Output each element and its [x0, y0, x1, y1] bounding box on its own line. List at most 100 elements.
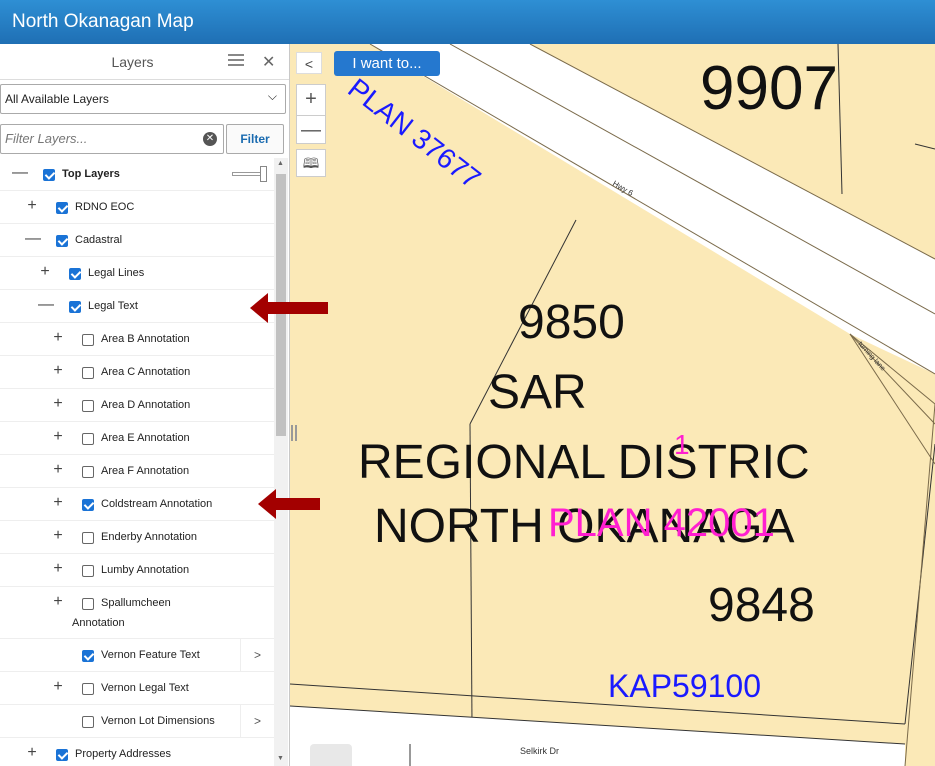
layer-set-select[interactable]: All Available Layers ⌵: [0, 84, 286, 114]
layer-checkbox[interactable]: [69, 268, 81, 280]
layer-checkbox[interactable]: [69, 301, 81, 313]
collapse-panel-button[interactable]: <: [296, 52, 322, 74]
layer-checkbox[interactable]: [82, 716, 94, 728]
layer-label: Coldstream Annotation: [101, 498, 213, 510]
layer-checkbox[interactable]: [82, 334, 94, 346]
layer-row[interactable]: + Lumby Annotation: [0, 554, 274, 587]
layer-row[interactable]: + Area B Annotation: [0, 323, 274, 356]
layer-checkbox[interactable]: [82, 367, 94, 379]
chevron-down-icon: ⌵: [267, 89, 277, 103]
layer-label: Area C Annotation: [101, 366, 191, 378]
layer-checkbox[interactable]: [82, 650, 94, 662]
expand-plus-icon[interactable]: +: [51, 461, 65, 479]
zoom-in-button[interactable]: +: [297, 85, 325, 115]
opacity-slider[interactable]: [232, 166, 267, 182]
layer-row[interactable]: + Area F Annotation: [0, 455, 274, 488]
layer-row[interactable]: + Area E Annotation: [0, 422, 274, 455]
layer-row[interactable]: + Property Addresses: [0, 738, 274, 766]
layer-row[interactable]: + Coldstream Annotation: [0, 488, 274, 521]
layer-row[interactable]: + Spallumcheen Annotation: [0, 587, 274, 639]
collapse-minus-icon[interactable]: —: [38, 296, 54, 314]
scroll-down-icon[interactable]: ▼: [277, 755, 284, 762]
layer-tree-scrollbar[interactable]: ▲ ▼: [274, 158, 288, 766]
layer-row[interactable]: + RDNO EOC: [0, 191, 274, 224]
collapse-minus-icon[interactable]: —: [12, 164, 28, 182]
layer-label: Vernon Legal Text: [101, 682, 189, 694]
map-canvas[interactable]: PLAN 37677 Hwy 6 9907 9850 SAR REGIONAL …: [290, 44, 935, 766]
layer-checkbox[interactable]: [82, 499, 94, 511]
layer-checkbox[interactable]: [82, 683, 94, 695]
expand-plus-icon[interactable]: +: [51, 362, 65, 380]
layer-row[interactable]: + Enderby Annotation: [0, 521, 274, 554]
zoom-controls: + —: [296, 84, 326, 144]
layer-row[interactable]: + Legal Lines: [0, 257, 274, 290]
layer-label: Legal Text: [88, 300, 138, 312]
layer-row[interactable]: — Top Layers: [0, 158, 274, 191]
expand-plus-icon[interactable]: +: [51, 329, 65, 347]
expand-plus-icon[interactable]: +: [38, 263, 52, 281]
layer-checkbox[interactable]: [43, 169, 55, 181]
location-pin-icon[interactable]: [310, 744, 352, 766]
clear-filter-icon[interactable]: ✕: [203, 132, 217, 146]
label-regional-district: REGIONAL DISTRIC: [358, 436, 810, 489]
filter-layers-placeholder: Filter Layers...: [5, 131, 88, 146]
layer-checkbox[interactable]: [82, 565, 94, 577]
layer-row[interactable]: — Legal Text: [0, 290, 274, 323]
scroll-up-icon[interactable]: ▲: [277, 160, 284, 167]
layer-checkbox[interactable]: [82, 433, 94, 445]
layer-label: Enderby Annotation: [101, 531, 198, 543]
panel-resize-handle[interactable]: [291, 425, 297, 441]
layer-checkbox[interactable]: [56, 202, 68, 214]
map-drawing: PLAN 37677 Hwy 6 9907 9850 SAR REGIONAL …: [290, 44, 935, 766]
layer-label: Area B Annotation: [101, 333, 190, 345]
layer-label: Area D Annotation: [101, 399, 191, 411]
red-arrow-annotation-coldstream: [258, 489, 320, 519]
layer-checkbox[interactable]: [82, 400, 94, 412]
hamburger-menu-icon[interactable]: [228, 54, 244, 68]
label-one: 1: [674, 429, 690, 460]
layers-panel-header: Layers ✕: [0, 44, 289, 80]
layer-row[interactable]: + Vernon Legal Text: [0, 672, 274, 705]
layer-row[interactable]: + Area D Annotation: [0, 389, 274, 422]
layer-label: Vernon Feature Text: [101, 649, 200, 661]
layer-checkbox[interactable]: [82, 466, 94, 478]
chevron-right-icon[interactable]: >: [240, 705, 274, 737]
collapse-minus-icon[interactable]: —: [25, 230, 41, 248]
expand-plus-icon[interactable]: +: [51, 494, 65, 512]
expand-plus-icon[interactable]: +: [51, 560, 65, 578]
layer-checkbox[interactable]: [82, 532, 94, 544]
layer-set-select-value: All Available Layers: [5, 92, 109, 106]
expand-plus-icon[interactable]: +: [25, 744, 39, 762]
expand-plus-icon[interactable]: +: [51, 593, 65, 611]
label-selkirk-dr: Selkirk Dr: [520, 746, 559, 756]
layer-checkbox[interactable]: [56, 749, 68, 761]
layer-row[interactable]: + Area C Annotation: [0, 356, 274, 389]
layer-label-continued: Annotation: [72, 617, 125, 629]
close-panel-button[interactable]: ✕: [262, 52, 275, 72]
label-9907: 9907: [700, 54, 838, 123]
label-sar: SAR: [488, 366, 587, 419]
layer-label: Spallumcheen: [101, 597, 171, 609]
layer-row[interactable]: Vernon Feature Text >: [0, 639, 274, 672]
expand-plus-icon[interactable]: +: [51, 527, 65, 545]
expand-plus-icon[interactable]: +: [51, 678, 65, 696]
expand-plus-icon[interactable]: +: [25, 197, 39, 215]
label-9848: 9848: [708, 579, 815, 632]
filter-row: Filter Layers... ✕ Filter: [0, 124, 286, 154]
label-9850: 9850: [518, 296, 625, 349]
filter-button[interactable]: Filter: [226, 124, 284, 154]
expand-plus-icon[interactable]: +: [51, 428, 65, 446]
layers-panel: Layers ✕ All Available Layers ⌵ Filter L…: [0, 44, 290, 766]
i-want-to-button[interactable]: I want to...: [334, 51, 440, 76]
layer-label: Property Addresses: [75, 748, 171, 760]
chevron-right-icon[interactable]: >: [240, 639, 274, 671]
label-kap59100: KAP59100: [608, 668, 761, 704]
layer-row[interactable]: — Cadastral: [0, 224, 274, 257]
layer-checkbox[interactable]: [56, 235, 68, 247]
bookmarks-book-icon[interactable]: 🕮: [296, 149, 326, 177]
zoom-out-button[interactable]: —: [297, 115, 325, 145]
layer-row[interactable]: Vernon Lot Dimensions >: [0, 705, 274, 738]
layer-checkbox[interactable]: [82, 598, 94, 610]
filter-layers-input[interactable]: Filter Layers... ✕: [0, 124, 224, 154]
expand-plus-icon[interactable]: +: [51, 395, 65, 413]
